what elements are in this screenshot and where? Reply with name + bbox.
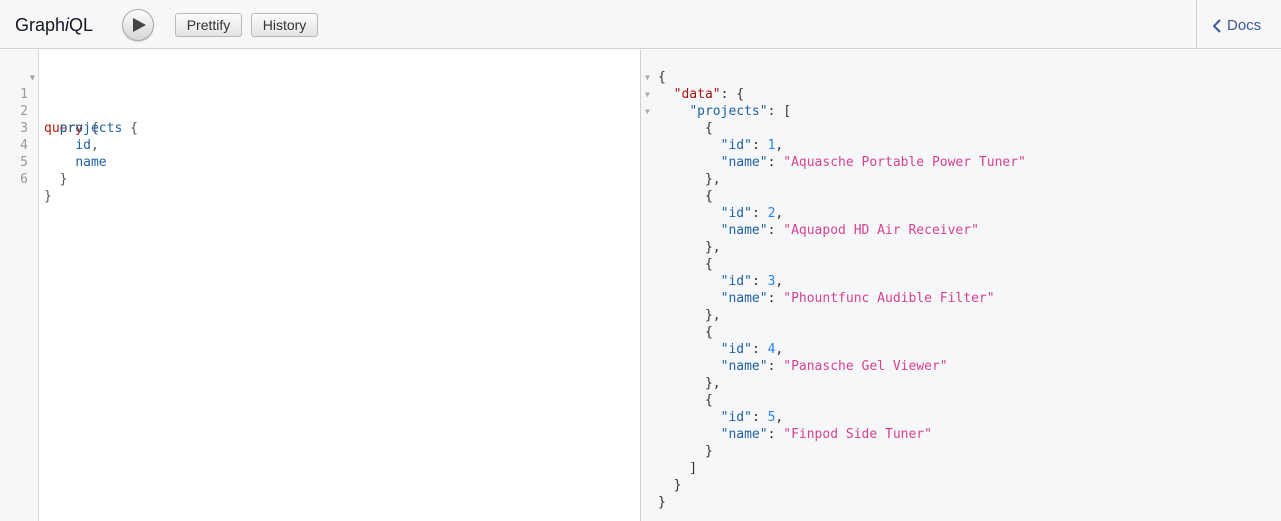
json-line-text: "id": 3,: [720, 274, 784, 289]
title-prefix: Graph: [15, 15, 66, 35]
code-line: 5 }: [0, 137, 67, 187]
json-line-text: },: [658, 376, 721, 391]
play-icon: [133, 18, 146, 32]
json-key-id: "id": [720, 206, 752, 221]
toolbar: GraphiQL Prettify History Docs: [0, 0, 1281, 49]
json-line-text: "id": 4,: [720, 342, 784, 357]
query-code[interactable]: 1 ▼ query { 2 projects { 3 id, 4 name 5 …: [0, 69, 138, 204]
execute-query-button[interactable]: [122, 9, 154, 41]
json-key-id: "id": [720, 274, 752, 289]
json-value-name: "Aquasche Portable Power Tuner": [783, 155, 1026, 170]
code-line: 6 }: [0, 154, 63, 204]
json-line-text: "name": "Finpod Side Tuner": [720, 427, 932, 442]
fold-arrow-icon[interactable]: ▼: [645, 86, 650, 103]
json-key-name: "name": [720, 291, 768, 306]
json-line-text: {: [658, 189, 713, 204]
json-key-projects: "projects": [689, 104, 768, 119]
json-line-text: },: [658, 172, 721, 187]
json-value-name: "Finpod Side Tuner": [783, 427, 932, 442]
close-brace: }: [44, 189, 52, 204]
prettify-button[interactable]: Prettify: [175, 13, 242, 37]
chevron-left-icon: [1213, 18, 1221, 33]
json-line-text: ]: [658, 461, 698, 476]
json-line-text: {: [658, 257, 713, 272]
json-line-text: }: [658, 478, 682, 493]
json-line-text: {: [658, 70, 666, 85]
json-line-text: "id": 2,: [720, 206, 784, 221]
json-value-id: 2: [767, 206, 776, 221]
json-line-text: "projects": [: [689, 104, 792, 119]
json-line-text: }: [658, 495, 666, 510]
code-line: 2 projects {: [0, 86, 138, 136]
code-line: 4 name: [0, 120, 106, 170]
json-value-id: 3: [767, 274, 776, 289]
json-line-text: "id": 1,: [720, 138, 784, 153]
docs-panel-toggle: Docs: [1196, 0, 1281, 49]
history-button[interactable]: History: [251, 13, 318, 37]
line-number: 6: [20, 172, 28, 187]
json-key-name: "name": [720, 359, 768, 374]
json-key-data: "data": [673, 87, 721, 102]
query-editor[interactable]: 1 ▼ query { 2 projects { 3 id, 4 name 5 …: [0, 50, 641, 521]
json-value-id: 4: [767, 342, 776, 357]
json-line-text: {: [658, 121, 713, 136]
code-line: 3 id,: [0, 103, 99, 153]
json-line-text: {: [658, 325, 713, 340]
json-line-text: "id": 5,: [720, 410, 784, 425]
json-line-text: },: [658, 240, 721, 255]
json-value-name: "Aquapod HD Air Receiver": [783, 223, 979, 238]
result-viewer: ▼{▼ "data": {▼ "projects": [ { "id": 1, …: [641, 50, 1281, 521]
json-line-text: "name": "Panasche Gel Viewer": [720, 359, 948, 374]
json-key-id: "id": [720, 410, 752, 425]
open-brace: {: [130, 121, 138, 136]
json-key-name: "name": [720, 427, 768, 442]
field-name: name: [75, 155, 107, 170]
json-key-name: "name": [720, 223, 768, 238]
json-value-name: "Phountfunc Audible Filter": [783, 291, 995, 306]
docs-button[interactable]: Docs: [1213, 17, 1261, 34]
json-value-name: "Panasche Gel Viewer": [783, 359, 948, 374]
graphiql-app: GraphiQL Prettify History Docs 1 ▼ query…: [0, 0, 1281, 521]
json-line-text: },: [658, 308, 721, 323]
json-key-id: "id": [720, 342, 752, 357]
json-line-text: "name": "Phountfunc Audible Filter": [720, 291, 995, 306]
fold-arrow-icon[interactable]: ▼: [645, 103, 650, 120]
fold-arrow-icon[interactable]: ▼: [645, 69, 650, 86]
field-projects: projects: [59, 121, 123, 136]
code-line: 1 ▼ query {: [0, 69, 99, 136]
comma: ,: [90, 138, 99, 153]
fold-arrow-icon[interactable]: ▼: [30, 69, 35, 86]
json-key-id: "id": [720, 138, 752, 153]
json-value-id: 1: [767, 138, 776, 153]
title-suffix: QL: [69, 15, 94, 35]
json-line-text: {: [658, 393, 713, 408]
json-value-id: 5: [767, 410, 776, 425]
docs-label: Docs: [1227, 17, 1262, 34]
json-line-text: }: [658, 444, 713, 459]
json-key-name: "name": [720, 155, 768, 170]
json-line-text: "data": {: [673, 87, 745, 102]
field-id: id: [75, 138, 91, 153]
json-line-text: "name": "Aquasche Portable Power Tuner": [720, 155, 1026, 170]
json-line-text: "name": "Aquapod HD Air Receiver": [720, 223, 979, 238]
app-title: GraphiQL: [15, 15, 93, 36]
